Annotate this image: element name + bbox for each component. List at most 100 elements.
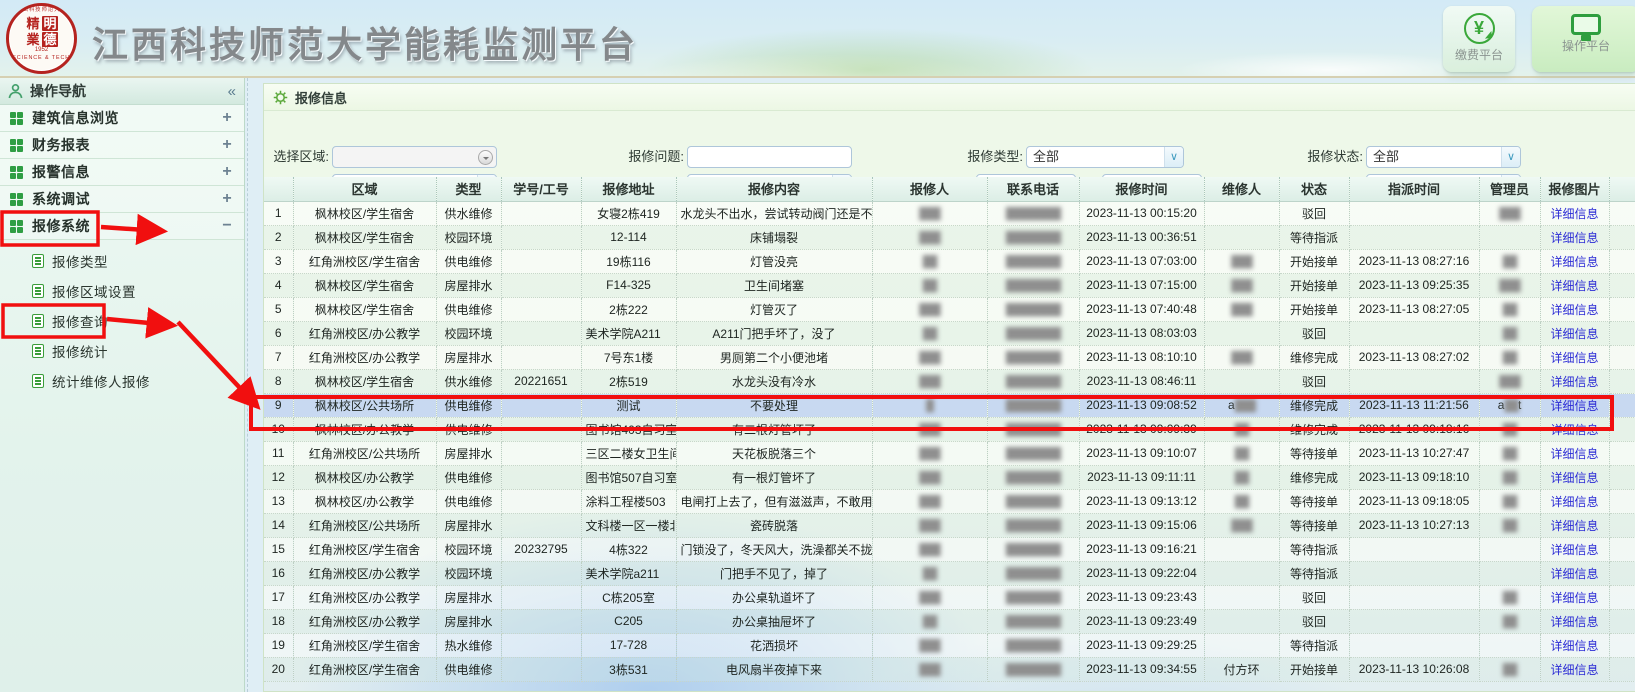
submenu-repair-region[interactable]: 报修区域设置 [0, 276, 244, 306]
collapse-minus-icon[interactable]: − [220, 217, 234, 235]
cell-addr: 女寝2栋419 [581, 201, 676, 225]
area-combo[interactable] [332, 146, 497, 168]
blurred-text: ████████ [1006, 664, 1060, 676]
issue-input[interactable] [687, 146, 852, 168]
expand-icon[interactable]: + [220, 109, 234, 127]
detail-info-link[interactable]: 详细信息 [1550, 639, 1598, 653]
column-header-admin: 管理员 [1479, 177, 1540, 201]
chevron-down-icon[interactable]: ∨ [1164, 147, 1183, 167]
detail-info-link[interactable]: 详细信息 [1550, 231, 1598, 245]
detail-info-link[interactable]: 详细信息 [1550, 519, 1598, 533]
detail-info-link[interactable]: 详细信息 [1550, 375, 1598, 389]
detail-info-link[interactable]: 详细信息 [1550, 255, 1598, 269]
sidebar-item-alarm-info[interactable]: 报警信息 + [0, 159, 244, 186]
cell-rtime: 2023-11-13 09:23:49 [1079, 609, 1204, 633]
detail-info-link[interactable]: 详细信息 [1550, 447, 1598, 461]
table-row[interactable]: 6红角洲校区/办公教学校园环境美术学院A211A211门把手坏了，没了█████… [264, 321, 1635, 345]
detail-info-link[interactable]: 详细信息 [1550, 471, 1598, 485]
cell-admin: ██ [1479, 297, 1540, 321]
table-row[interactable]: 2枫林校区/学生宿舍校园环境12-114床铺塌裂███████████2023-… [264, 225, 1635, 249]
blurred-text: ████████ [1006, 616, 1060, 628]
detail-info-link[interactable]: 详细信息 [1550, 279, 1598, 293]
detail-info-link[interactable]: 详细信息 [1550, 495, 1598, 509]
cell-worker: 付方环 [1204, 657, 1279, 681]
cell-sid [501, 609, 581, 633]
detail-info-link[interactable]: 详细信息 [1550, 543, 1598, 557]
detail-info-link[interactable]: 详细信息 [1550, 351, 1598, 365]
sidebar-item-system-debug[interactable]: 系统调试 + [0, 186, 244, 213]
table-row[interactable]: 12枫林校区/办公教学供电维修图书馆507自习室有一根灯管坏了█████████… [264, 465, 1635, 489]
cell-atime: 2023-11-13 08:27:05 [1349, 297, 1479, 321]
column-header-rtime: 报修时间 [1079, 177, 1204, 201]
detail-info-link[interactable]: 详细信息 [1550, 207, 1598, 221]
table-row[interactable]: 1枫林校区/学生宿舍供水维修女寝2栋419水龙头不出水，尝试转动阀门还是不███… [264, 201, 1635, 225]
detail-info-link[interactable]: 详细信息 [1550, 567, 1598, 581]
detail-info-link[interactable]: 详细信息 [1550, 303, 1598, 317]
detail-info-link[interactable]: 详细信息 [1550, 615, 1598, 629]
chevron-down-icon[interactable]: ∨ [1501, 147, 1520, 167]
detail-info-link[interactable]: 详细信息 [1550, 399, 1598, 413]
submenu-worker-stats[interactable]: 统计维修人报修 [0, 366, 244, 396]
panel-header: 报修信息 [264, 84, 1635, 111]
cell-reporter: ██ [872, 321, 987, 345]
combo-dropdown-icon[interactable] [478, 150, 493, 165]
cell-rtime: 2023-11-13 09:09:39 [1079, 417, 1204, 441]
expand-icon[interactable]: + [220, 136, 234, 154]
cell-worker: ███ [1204, 249, 1279, 273]
cell-sid [501, 465, 581, 489]
table-row[interactable]: 3红角洲校区/学生宿舍供电维修19栋116灯管没亮██████████2023-… [264, 249, 1635, 273]
table-row[interactable]: 8枫林校区/学生宿舍供水维修202216512栋519水龙头没有冷水██████… [264, 369, 1635, 393]
type-select[interactable]: 全部∨ [1026, 146, 1184, 168]
cell-phone: ████████ [987, 537, 1079, 561]
cell-addr: 涂料工程楼503 [581, 489, 676, 513]
table-row[interactable]: 20红角洲校区/学生宿舍供电维修3栋531电风扇半夜掉下来███████████… [264, 657, 1635, 681]
detail-info-link[interactable]: 详细信息 [1550, 423, 1598, 437]
filter-bar: 选择区域: 报修问题: 报修类型: 全部∨ 报修状态: 全部∨ 维修人员: 请选… [264, 111, 1635, 177]
operation-platform-button[interactable]: 操作平台 [1532, 6, 1635, 72]
cell-addr: 2栋222 [581, 297, 676, 321]
detail-info-link[interactable]: 详细信息 [1550, 327, 1598, 341]
table-row[interactable]: 5枫林校区/学生宿舍供电维修2栋222灯管灭了███████████2023-1… [264, 297, 1635, 321]
cell-fill [1609, 609, 1635, 633]
cell-num: 10 [264, 417, 293, 441]
status-select[interactable]: 全部∨ [1366, 146, 1521, 168]
sidebar-item-finance-report[interactable]: 财务报表 + [0, 132, 244, 159]
table-row[interactable]: 17红角洲校区/办公教学房屋排水C栋205室办公桌轨道坏了███████████… [264, 585, 1635, 609]
submenu-repair-stats[interactable]: 报修统计 [0, 336, 244, 366]
submenu-repair-query[interactable]: 报修查询 [0, 306, 244, 336]
table-row[interactable]: 13枫林校区/办公教学供电维修涂料工程楼503电闸打上去了，但有滋滋声，不敢用█… [264, 489, 1635, 513]
detail-info-link[interactable]: 详细信息 [1550, 591, 1598, 605]
expand-icon[interactable]: + [220, 163, 234, 181]
sidebar-item-building-info[interactable]: 建筑信息浏览 + [0, 105, 244, 132]
submenu-repair-type[interactable]: 报修类型 [0, 246, 244, 276]
cell-img: 详细信息 [1540, 225, 1609, 249]
cell-area: 枫林校区/学生宿舍 [293, 369, 436, 393]
blurred-text: ██ [1503, 664, 1517, 676]
payment-platform-button[interactable]: ¥ 缴费平台 [1443, 6, 1515, 72]
table-row[interactable]: 19红角洲校区/学生宿舍热水维修17-728花洒损坏███████████202… [264, 633, 1635, 657]
detail-info-link[interactable]: 详细信息 [1550, 663, 1598, 677]
blurred-text: ██ [1503, 304, 1517, 316]
sidebar-item-repair-system[interactable]: 报修系统 − [0, 213, 244, 240]
collapse-icon[interactable]: « [228, 83, 236, 100]
table-row[interactable]: 7红角洲校区/办公教学房屋排水7号东1楼男厕第二个小便池堵███████████… [264, 345, 1635, 369]
cell-worker [1204, 321, 1279, 345]
table-row[interactable]: 9枫林校区/公共场所供电维修测试不要处理█████████2023-11-13 … [264, 393, 1635, 417]
blurred-text: ██ [1503, 352, 1517, 364]
blurred-text: ████████ [1006, 280, 1060, 292]
document-icon [32, 284, 44, 298]
table-row[interactable]: 15红角洲校区/学生宿舍校园环境202327954栋322门锁没了，冬天风大，洗… [264, 537, 1635, 561]
cell-num: 5 [264, 297, 293, 321]
sidebar-splitter[interactable] [247, 78, 253, 692]
expand-icon[interactable]: + [220, 190, 234, 208]
cell-content: 花洒损坏 [676, 633, 872, 657]
table-row[interactable]: 14红角洲校区/公共场所房屋排水文科楼一区一楼北大门瓷砖脱落██████████… [264, 513, 1635, 537]
table-row[interactable]: 18红角洲校区/办公教学房屋排水C205办公桌抽屉坏了██████████202… [264, 609, 1635, 633]
table-row[interactable]: 16红角洲校区/办公教学校园环境美术学院a211门把手不见了，掉了███████… [264, 561, 1635, 585]
table-row[interactable]: 11红角洲校区/公共场所房屋排水三区二楼女卫生间天花板脱落三个█████████… [264, 441, 1635, 465]
table-row[interactable]: 10枫林校区/办公教学供电维修图书馆403自习室有二根灯管坏了█████████… [264, 417, 1635, 441]
cell-img: 详细信息 [1540, 273, 1609, 297]
cell-sid: 20221651 [501, 369, 581, 393]
cell-phone: ████████ [987, 417, 1079, 441]
table-row[interactable]: 4枫林校区/学生宿舍房屋排水F14-325卫生间堵塞██████████2023… [264, 273, 1635, 297]
